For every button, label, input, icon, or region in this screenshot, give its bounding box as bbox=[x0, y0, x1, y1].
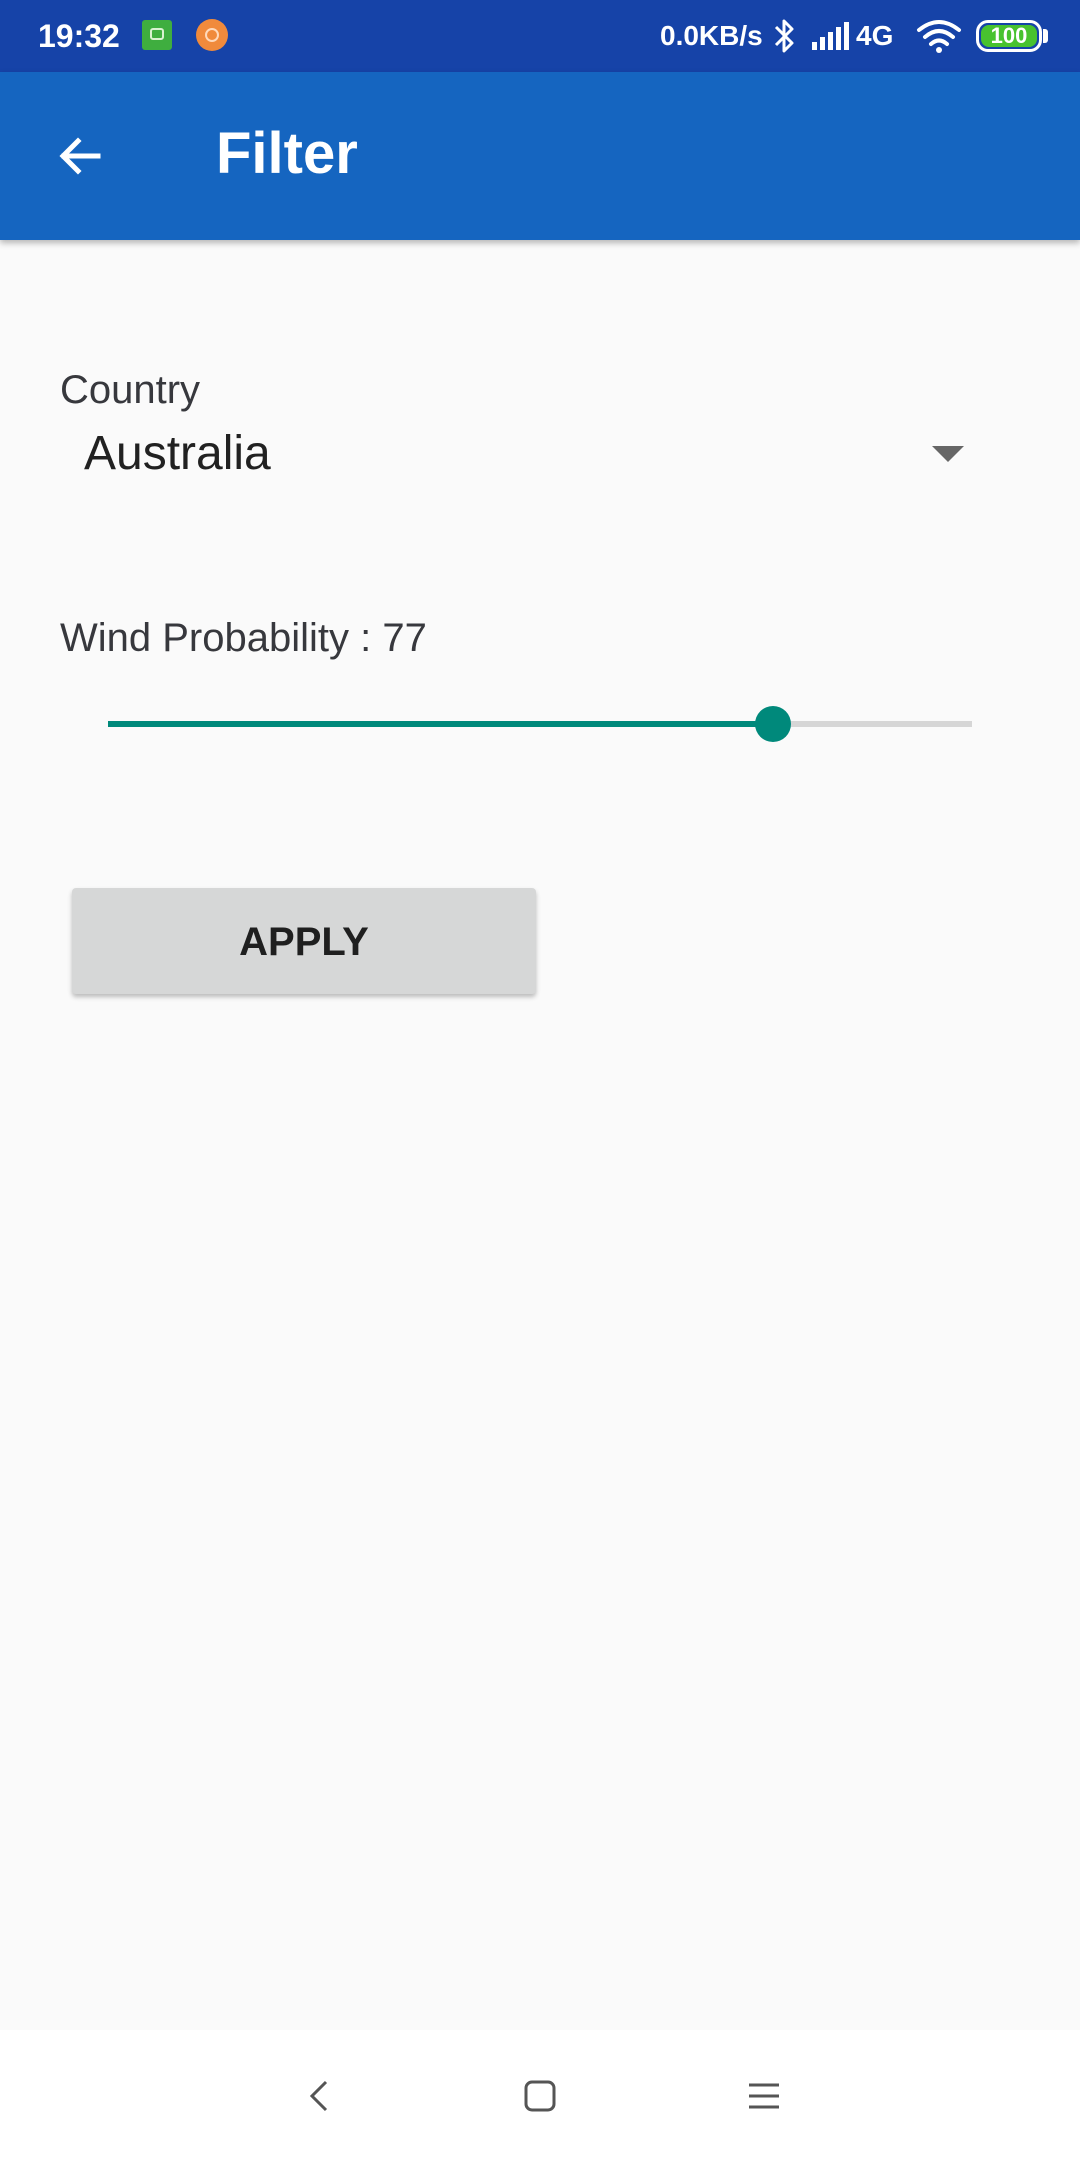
arrow-back-icon bbox=[59, 137, 101, 175]
bluetooth-icon bbox=[774, 19, 794, 53]
wind-probability-slider[interactable] bbox=[108, 700, 972, 748]
country-selected-value: Australia bbox=[84, 427, 271, 480]
battery-tip bbox=[1043, 29, 1048, 43]
back-button[interactable] bbox=[40, 116, 120, 196]
page-title: Filter bbox=[216, 121, 358, 186]
app-bar: Filter bbox=[0, 72, 1080, 240]
network-type: 4G bbox=[856, 20, 894, 51]
signal-icon bbox=[812, 22, 849, 50]
apply-button[interactable]: APPLY bbox=[72, 888, 536, 994]
app-notification-icon bbox=[196, 19, 228, 51]
dropdown-arrow-icon bbox=[932, 446, 964, 462]
nav-home-button[interactable] bbox=[500, 2056, 580, 2136]
slider-progress bbox=[108, 721, 773, 727]
status-bar: 19:32 0.0KB/s 4G 100 bbox=[0, 0, 1080, 72]
wind-probability-label: Wind Probability : 77 bbox=[60, 616, 427, 660]
country-dropdown[interactable]: Australia bbox=[60, 410, 980, 498]
nav-back-icon bbox=[309, 2080, 328, 2112]
nav-back-button[interactable] bbox=[280, 2056, 360, 2136]
country-label: Country bbox=[60, 368, 201, 412]
slider-thumb[interactable] bbox=[755, 706, 791, 742]
nav-menu-button[interactable] bbox=[724, 2056, 804, 2136]
app-notification-icon bbox=[142, 20, 172, 50]
navigation-bar bbox=[0, 2030, 1080, 2160]
battery-percent: 100 bbox=[990, 23, 1028, 48]
status-time: 19:32 bbox=[38, 18, 120, 54]
nav-home-icon bbox=[524, 2080, 556, 2112]
battery-icon: 100 bbox=[976, 20, 1042, 52]
wifi-icon bbox=[917, 20, 961, 53]
nav-menu-icon bbox=[749, 2083, 779, 2109]
network-speed: 0.0KB/s bbox=[660, 20, 763, 51]
